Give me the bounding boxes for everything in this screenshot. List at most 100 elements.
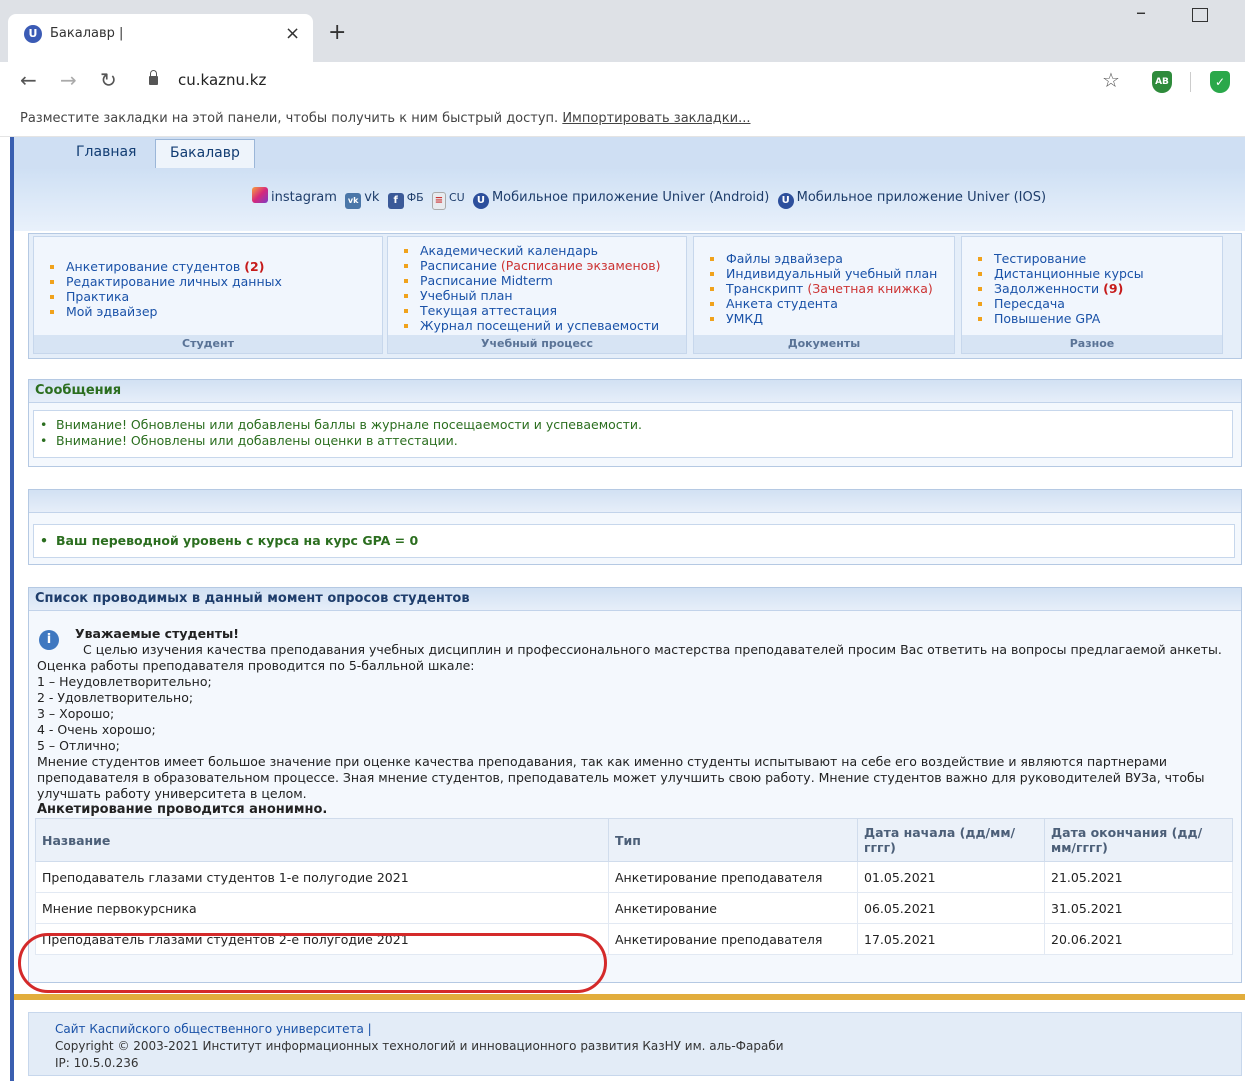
survey-intro: С целью изучения качества преподавания у…: [83, 642, 1222, 657]
tab-home[interactable]: Главная: [76, 139, 136, 167]
menu-misc-title: Разное: [962, 335, 1222, 353]
survey-type: Анкетирование: [608, 892, 858, 924]
survey-scale-intro: Оценка работы преподавателя проводится п…: [37, 658, 475, 673]
browser-tab-strip: U Бакалавр | × + –: [0, 0, 1245, 62]
menu-documents-title: Документы: [694, 335, 954, 353]
footer-divider: [14, 994, 1245, 1000]
address-bar[interactable]: cu.kaznu.kz: [178, 71, 266, 89]
survey-anonymous: Анкетирование проводится анонимно.: [37, 802, 328, 817]
table-header-row: Название Тип Дата начала (дд/мм/гггг) Да…: [35, 818, 1233, 862]
social-links-bar: instagram vk vk f ФБ ≡ CU U Мобильное прилож…: [14, 169, 1245, 231]
menu-student-title: Студент: [34, 335, 382, 353]
gpa-panel: Ваш переводной уровень с курса на курс G…: [28, 489, 1242, 565]
cu-link[interactable]: CU: [449, 191, 465, 204]
survey-greeting: Уважаемые студенты!: [75, 626, 239, 641]
survey-end: 21.05.2021: [1044, 861, 1233, 893]
survey-start: 17.05.2021: [857, 923, 1045, 955]
table-row[interactable]: Мнение первокурсника Анкетирование 06.05…: [35, 892, 1233, 924]
toolbar-divider: [1190, 72, 1191, 92]
col-start-date[interactable]: Дата начала (дд/мм/гггг): [857, 818, 1045, 862]
survey-panel: Список проводимых в данный момент опросо…: [28, 587, 1242, 983]
minimize-icon[interactable]: –: [1136, 0, 1146, 24]
instagram-icon: [252, 187, 268, 203]
page-left-border: [10, 137, 14, 1081]
menu-misc: Тестирование Дистанционные курсы Задолже…: [961, 236, 1223, 354]
lock-icon: [149, 70, 158, 85]
site-nav: Главная Бакалавр: [14, 137, 1245, 169]
gpa-text: Ваш переводной уровень с курса на курс G…: [34, 533, 1234, 549]
reload-icon[interactable]: ↻: [100, 68, 117, 92]
footer-site-link[interactable]: Сайт Каспийского общественного университ…: [55, 1022, 372, 1036]
adblock-extension-icon[interactable]: AB: [1152, 71, 1172, 93]
survey-end: 31.05.2021: [1044, 892, 1233, 924]
menu-item-academic-calendar[interactable]: Академический календарь: [402, 243, 661, 258]
android-app-link[interactable]: Мобильное приложение Univer (Android): [492, 190, 769, 205]
page: Главная Бакалавр instagram vk vk f ФБ ≡ CU …: [0, 137, 1245, 1081]
survey-start: 01.05.2021: [857, 861, 1045, 893]
menu-item-umkd[interactable]: УМКД: [708, 311, 937, 326]
col-type[interactable]: Тип: [608, 818, 858, 862]
menu-item-distance-courses[interactable]: Дистанционные курсы: [976, 266, 1144, 281]
survey-type: Анкетирование преподавателя: [608, 861, 858, 893]
menu-item-curriculum[interactable]: Учебный план: [402, 288, 661, 303]
menu-item-journal[interactable]: Журнал посещений и успеваемости: [402, 318, 661, 333]
browser-tab[interactable]: U Бакалавр | ×: [8, 14, 313, 62]
fb-link[interactable]: ФБ: [407, 191, 424, 204]
menu-item-edit-personal[interactable]: Редактирование личных данных: [48, 274, 282, 289]
menu-item-testing[interactable]: Тестирование: [976, 251, 1144, 266]
survey-name-link[interactable]: Мнение первокурсника: [35, 892, 609, 924]
instagram-link[interactable]: instagram: [271, 190, 337, 205]
ios-app-link[interactable]: Мобильное приложение Univer (IOS): [797, 190, 1046, 205]
col-name[interactable]: Название: [35, 818, 609, 862]
table-row[interactable]: Преподаватель глазами студентов 1-е полу…: [35, 861, 1233, 893]
footer: Сайт Каспийского общественного университ…: [28, 1012, 1242, 1076]
menu-item-attestation[interactable]: Текущая аттестация: [402, 303, 661, 318]
survey-title: Список проводимых в данный момент опросо…: [29, 588, 1241, 611]
univer-favicon-icon: U: [24, 25, 42, 43]
forward-icon[interactable]: →: [60, 68, 77, 92]
menu-item-retake[interactable]: Пересдача: [976, 296, 1144, 311]
vk-link[interactable]: vk: [364, 190, 379, 205]
menu-item-student-form[interactable]: Анкета студента: [708, 296, 937, 311]
shield-extension-icon[interactable]: ✓: [1210, 71, 1230, 93]
scale-item: 5 – Отлично;: [37, 738, 120, 753]
scale-item: 4 - Очень хорошо;: [37, 722, 156, 737]
menu-item-midterm[interactable]: Расписание Midterm: [402, 273, 661, 288]
survey-type: Анкетирование преподавателя: [608, 923, 858, 955]
menu-item-surveys[interactable]: Анкетирование студентов (2): [48, 259, 282, 274]
menu-item-practice[interactable]: Практика: [48, 289, 282, 304]
main-menu: Анкетирование студентов (2) Редактирован…: [28, 233, 1242, 359]
tab-bachelor[interactable]: Бакалавр: [155, 139, 255, 168]
tab-close-icon[interactable]: ×: [285, 23, 300, 44]
menu-item-transcript[interactable]: Транскрипт (Зачетная книжка): [708, 281, 937, 296]
col-end-date[interactable]: Дата окончания (дд/мм/гггг): [1044, 818, 1233, 862]
menu-item-individual-plan[interactable]: Индивидуальный учебный план: [708, 266, 937, 281]
bookmarks-bar: Разместите закладки на этой панели, чтоб…: [0, 102, 1245, 137]
scale-item: 3 – Хорошо;: [37, 706, 115, 721]
bookmarks-hint: Разместите закладки на этой панели, чтоб…: [20, 111, 559, 126]
message-item: Внимание! Обновлены или добавлены оценки…: [34, 433, 1232, 449]
menu-process-title: Учебный процесс: [388, 335, 686, 353]
survey-start: 06.05.2021: [857, 892, 1045, 924]
menu-item-gpa-up[interactable]: Повышение GPA: [976, 311, 1144, 326]
survey-importance: Мнение студентов имеет большое значение …: [37, 754, 1205, 801]
menu-documents: Файлы эдвайзера Индивидуальный учебный п…: [693, 236, 955, 354]
menu-item-schedule[interactable]: Расписание (Расписание экзаменов): [402, 258, 661, 273]
cu-icon: ≡: [431, 192, 446, 210]
menu-student: Анкетирование студентов (2) Редактирован…: [33, 236, 383, 354]
gpa-panel-header: [29, 490, 1241, 513]
scale-item: 1 – Неудовлетворительно;: [37, 674, 212, 689]
survey-name-link[interactable]: Преподаватель глазами студентов 1-е полу…: [35, 861, 609, 893]
bookmark-star-icon[interactable]: ☆: [1102, 68, 1120, 92]
back-icon[interactable]: ←: [20, 68, 37, 92]
menu-item-advisor[interactable]: Мой эдвайзер: [48, 304, 282, 319]
menu-item-debts[interactable]: Задолженности (9): [976, 281, 1144, 296]
new-tab-icon[interactable]: +: [328, 20, 346, 45]
import-bookmarks-link[interactable]: Импортировать закладки...: [562, 111, 750, 126]
maximize-icon[interactable]: [1192, 8, 1208, 22]
vk-icon: vk: [345, 193, 362, 209]
messages-title: Сообщения: [29, 380, 1241, 403]
facebook-icon: f: [387, 193, 404, 209]
footer-copyright: Copyright © 2003-2021 Институт информаци…: [55, 1039, 784, 1053]
menu-item-advisor-files[interactable]: Файлы эдвайзера: [708, 251, 937, 266]
